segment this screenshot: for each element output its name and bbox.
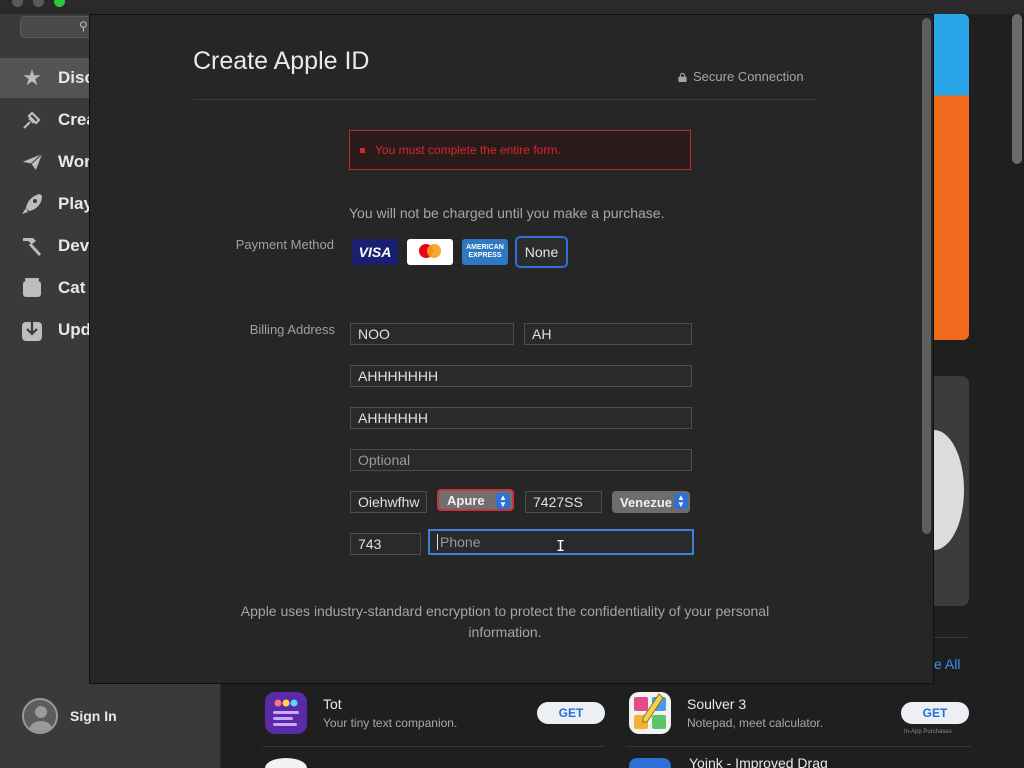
section-divider	[934, 637, 969, 638]
billing-address-label: Billing Address	[249, 322, 335, 337]
area-code-field[interactable]: 743	[350, 533, 421, 555]
state-select[interactable]: Apure ▲ ▼	[437, 489, 514, 511]
select-value: Apure	[447, 492, 485, 508]
sheet-scrollbar[interactable]	[922, 18, 931, 534]
none-option-label: None	[524, 244, 559, 260]
visa-logo: VISA	[358, 244, 392, 260]
rocket-icon	[18, 190, 46, 218]
city-field[interactable]: Oiehwfhw	[350, 491, 427, 513]
secure-connection-text: Secure Connection	[693, 69, 804, 84]
chevron-updown-icon: ▲ ▼	[674, 493, 688, 509]
get-button-soulver[interactable]: GET	[901, 702, 969, 724]
error-bullet-icon	[360, 147, 365, 153]
street-line3-field[interactable]: Optional	[350, 449, 692, 471]
secure-connection-label: Secure Connection	[678, 69, 804, 84]
sidebar-item-label: Dev	[58, 236, 90, 255]
error-banner: You must complete the entire form.	[349, 130, 691, 170]
page-title: Create Apple ID	[193, 47, 370, 75]
field-value: AH	[532, 326, 552, 342]
app-subtitle: Your tiny text companion.	[323, 716, 458, 730]
sign-in-button[interactable]: Sign In	[22, 698, 117, 734]
street-line1-field[interactable]: AHHHHHHH	[350, 365, 692, 387]
brush-icon	[18, 106, 46, 134]
error-message: You must complete the entire form.	[375, 143, 561, 157]
field-value: 7427SS	[533, 494, 583, 510]
app-subtitle: Notepad, meet calculator.	[687, 716, 824, 730]
mastercard-card-option[interactable]	[407, 239, 453, 265]
star-icon: ★	[22, 65, 42, 90]
hammer-icon	[18, 232, 46, 260]
visa-card-option[interactable]: VISA	[352, 239, 398, 265]
charge-note: You will not be charged until you make a…	[349, 205, 665, 221]
title-divider	[193, 99, 816, 100]
mastercard-logo-icon	[419, 244, 441, 258]
ibeam-cursor-icon: I	[556, 537, 566, 555]
sign-in-label: Sign In	[70, 708, 117, 724]
sidebar-item-label: Wor	[58, 152, 91, 171]
store-scrollbar[interactable]	[1012, 14, 1022, 164]
zoom-window-button[interactable]	[54, 0, 65, 7]
sidebar-item-label: Upd	[58, 320, 92, 339]
encryption-note: Apple uses industry-standard encryption …	[240, 603, 770, 640]
tot-app-icon	[265, 692, 307, 734]
featured-card-image[interactable]	[904, 376, 969, 606]
sidebar-item-label: Cat	[58, 278, 86, 297]
field-placeholder: Phone	[440, 534, 481, 550]
none-payment-option[interactable]: None	[515, 236, 568, 268]
field-value: Oiehwfhw	[358, 494, 420, 510]
chevron-updown-icon: ▲ ▼	[496, 493, 510, 509]
last-name-field[interactable]: AH	[524, 323, 692, 345]
avatar	[22, 698, 58, 734]
featured-banner-image[interactable]	[934, 14, 969, 340]
search-icon: ⚲	[79, 19, 88, 33]
app-list-item-tot[interactable]: Tot Your tiny text companion.	[265, 692, 457, 734]
see-all-link[interactable]: e All	[934, 656, 960, 672]
field-value: NOO	[358, 326, 390, 342]
amex-logo-line2: EXPRESS	[468, 252, 502, 259]
field-value: AHHHHHH	[358, 410, 428, 426]
sidebar-item-label: Play	[58, 194, 93, 213]
window-titlebar	[0, 0, 1024, 14]
lock-icon	[678, 73, 687, 82]
app-name: Yoink - Improved Drag	[689, 756, 828, 768]
postal-code-field[interactable]: 7427SS	[525, 491, 602, 513]
get-button-tot[interactable]: GET	[537, 702, 605, 724]
list-divider	[626, 746, 971, 747]
in-app-purchases-note: In-App Purchases	[904, 729, 952, 735]
list-divider	[262, 746, 604, 747]
app-name: Soulver 3	[687, 696, 747, 712]
select-value: Venezue	[620, 494, 673, 510]
app-name: Tot	[323, 696, 342, 712]
yoink-app-icon	[629, 758, 671, 768]
amex-card-option[interactable]: AMERICAN EXPRESS	[462, 239, 508, 265]
app-list-item-soulver[interactable]: Soulver 3 Notepad, meet calculator.	[629, 692, 823, 734]
amex-logo-line1: AMERICAN	[466, 244, 504, 251]
text-caret	[437, 534, 438, 550]
country-select[interactable]: Venezue ▲ ▼	[612, 491, 690, 513]
close-window-button[interactable]	[12, 0, 23, 7]
minimize-window-button[interactable]	[33, 0, 44, 7]
download-icon	[18, 316, 46, 344]
street-line2-field[interactable]: AHHHHHH	[350, 407, 692, 429]
tray-icon	[18, 274, 46, 302]
first-name-field[interactable]: NOO	[350, 323, 514, 345]
payment-method-label: Payment Method	[235, 237, 334, 252]
paper-plane-icon	[18, 148, 46, 176]
field-value: 743	[358, 536, 382, 552]
create-apple-id-sheet	[89, 14, 934, 684]
soulver-app-icon	[629, 692, 671, 734]
field-placeholder: Optional	[358, 452, 411, 468]
field-value: AHHHHHHH	[358, 368, 439, 384]
